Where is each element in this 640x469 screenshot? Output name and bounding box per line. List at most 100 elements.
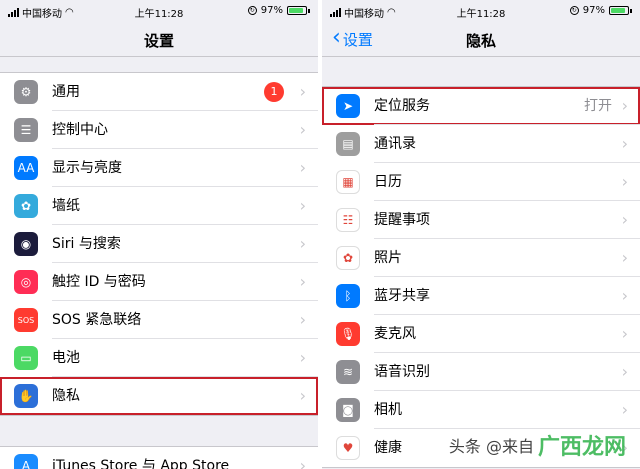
status-bar: 中国移动 ◠ 上午11:28 ↻ 97%: [0, 0, 318, 22]
settings-row[interactable]: ◎ 触控 ID 与密码 ›: [0, 263, 318, 301]
chevron-right-icon: ›: [299, 348, 306, 367]
row-label: 相机: [374, 402, 402, 418]
chevron-right-icon: ›: [621, 172, 628, 191]
settings-row[interactable]: ▭ 电池 ›: [0, 339, 318, 377]
battery-percent: 97%: [582, 5, 605, 16]
row-label: 健康: [374, 440, 402, 456]
chevron-right-icon: ›: [299, 272, 306, 291]
settings-row[interactable]: AA 显示与亮度 ›: [0, 149, 318, 187]
flower-icon: ✿: [14, 194, 38, 218]
rotation-lock-icon: ↻: [247, 6, 257, 15]
chevron-right-icon: ›: [621, 400, 628, 419]
settings-list-2: AiTunes Store 与 App Store ›: [0, 446, 318, 469]
settings-row[interactable]: ☰ 控制中心 ›: [0, 111, 318, 149]
chevron-right-icon: ›: [299, 82, 306, 101]
calendar-icon: ▦: [336, 170, 360, 194]
settings-row[interactable]: SOS SOS 紧急联络 ›: [0, 301, 318, 339]
chevron-right-icon: ›: [621, 324, 628, 343]
settings-row[interactable]: ᛒ 蓝牙共享 ›: [322, 277, 640, 315]
settings-row[interactable]: ✋ 隐私 ›: [0, 377, 318, 415]
app-store-icon: A: [14, 454, 38, 469]
row-label: 墙纸: [52, 198, 80, 214]
chevron-right-icon: ›: [621, 362, 628, 381]
watermark-brand: 广西龙网: [537, 435, 626, 460]
chevron-right-icon: ›: [621, 286, 628, 305]
row-label: 提醒事项: [374, 212, 430, 228]
camera-icon: ◙: [336, 398, 360, 422]
row-label: 照片: [374, 250, 402, 266]
battery-icon: [609, 6, 629, 15]
chevron-right-icon: ›: [621, 210, 628, 229]
row-label: 电池: [52, 350, 80, 366]
gear-icon: ⚙: [14, 80, 38, 104]
settings-screen: 中国移动 ◠ 上午11:28 ↻ 97% 设置 ⚙ 通用 1 › ☰ 控制中心 › AA 显示与…: [0, 0, 318, 469]
battery-icon: ▭: [14, 346, 38, 370]
settings-row[interactable]: ☷ 提醒事项 ›: [322, 201, 640, 239]
page-title: 设置: [143, 32, 174, 50]
settings-row[interactable]: ⚙ 通用 1 ›: [0, 73, 318, 111]
settings-row[interactable]: ➤ 定位服务 打开 ›: [322, 87, 640, 125]
watermark-prefix: 头条 @来自: [448, 437, 534, 456]
row-value: 打开: [584, 98, 612, 114]
page-title: 隐私: [465, 32, 496, 50]
nav-bar: ‹ 设置 隐私: [322, 22, 640, 57]
settings-row[interactable]: AiTunes Store 与 App Store ›: [0, 447, 318, 469]
row-label: 蓝牙共享: [374, 288, 430, 304]
chevron-right-icon: ›: [299, 310, 306, 329]
settings-row[interactable]: ◙ 相机 ›: [322, 391, 640, 429]
microphone-icon: 🎙: [336, 322, 360, 346]
chevron-right-icon: ›: [299, 120, 306, 139]
settings-row[interactable]: ✿ 照片 ›: [322, 239, 640, 277]
row-label: iTunes Store 与 App Store: [52, 458, 230, 469]
waveform-icon: ≋: [336, 360, 360, 384]
row-label: 显示与亮度: [52, 160, 122, 176]
row-label: 定位服务: [374, 98, 430, 114]
privacy-screen: 中国移动 ◠ 上午11:28 ↻ 97% ‹ 设置 隐私 ➤ 定位服务 打开 › ▤ 通讯…: [322, 0, 640, 469]
notification-badge: 1: [264, 82, 284, 102]
privacy-list: ➤ 定位服务 打开 › ▤ 通讯录 › ▦ 日历 › ☷ 提醒事项 › ✿ 照片 › ᛒ 蓝牙共享 › 🎙 麦克风 › ≋ 语…: [322, 86, 640, 468]
chevron-right-icon: ›: [621, 96, 628, 115]
battery-percent: 97%: [260, 5, 283, 16]
row-label: Siri 与搜索: [52, 236, 121, 252]
chevron-right-icon: ›: [299, 386, 306, 405]
row-label: 触控 ID 与密码: [52, 274, 146, 290]
chevron-right-icon: ›: [621, 134, 628, 153]
row-label: 麦克风: [374, 326, 416, 342]
chevron-right-icon: ›: [299, 196, 306, 215]
fingerprint-icon: ◎: [14, 270, 38, 294]
row-label: 通讯录: [374, 136, 416, 152]
chevron-right-icon: ›: [299, 158, 306, 177]
hand-icon: ✋: [14, 384, 38, 408]
heart-icon: ♥: [336, 436, 360, 460]
chevron-right-icon: ›: [299, 456, 306, 469]
row-label: SOS 紧急联络: [52, 312, 142, 328]
settings-row[interactable]: ≋ 语音识别 ›: [322, 353, 640, 391]
settings-row[interactable]: ◉ Siri 与搜索 ›: [0, 225, 318, 263]
settings-row[interactable]: 🎙 麦克风 ›: [322, 315, 640, 353]
photos-icon: ✿: [336, 246, 360, 270]
siri-icon: ◉: [14, 232, 38, 256]
battery-icon: [287, 6, 307, 15]
chevron-right-icon: ›: [621, 248, 628, 267]
settings-row[interactable]: ▦ 日历 ›: [322, 163, 640, 201]
toggles-icon: ☰: [14, 118, 38, 142]
contacts-icon: ▤: [336, 132, 360, 156]
watermark: 头条 @来自 广西龙网: [449, 429, 626, 461]
row-label: 语音识别: [374, 364, 430, 380]
status-bar: 中国移动 ◠ 上午11:28 ↻ 97%: [322, 0, 640, 22]
reminders-icon: ☷: [336, 208, 360, 232]
bluetooth-icon: ᛒ: [336, 284, 360, 308]
row-label: 控制中心: [52, 122, 108, 138]
rotation-lock-icon: ↻: [569, 6, 579, 15]
text-size-icon: AA: [14, 156, 38, 180]
settings-list: ⚙ 通用 1 › ☰ 控制中心 › AA 显示与亮度 › ✿ 墙纸 › ◉ Siri 与搜索 › ◎ 触控 ID …: [0, 72, 318, 416]
row-label: 隐私: [52, 388, 80, 404]
settings-row[interactable]: ✿ 墙纸 ›: [0, 187, 318, 225]
row-label: 通用: [52, 84, 80, 100]
nav-bar: 设置: [0, 22, 318, 57]
location-arrow-icon: ➤: [336, 94, 360, 118]
row-label: 日历: [374, 174, 402, 190]
settings-row[interactable]: ▤ 通讯录 ›: [322, 125, 640, 163]
chevron-right-icon: ›: [299, 234, 306, 253]
sos-icon: SOS: [14, 308, 38, 332]
